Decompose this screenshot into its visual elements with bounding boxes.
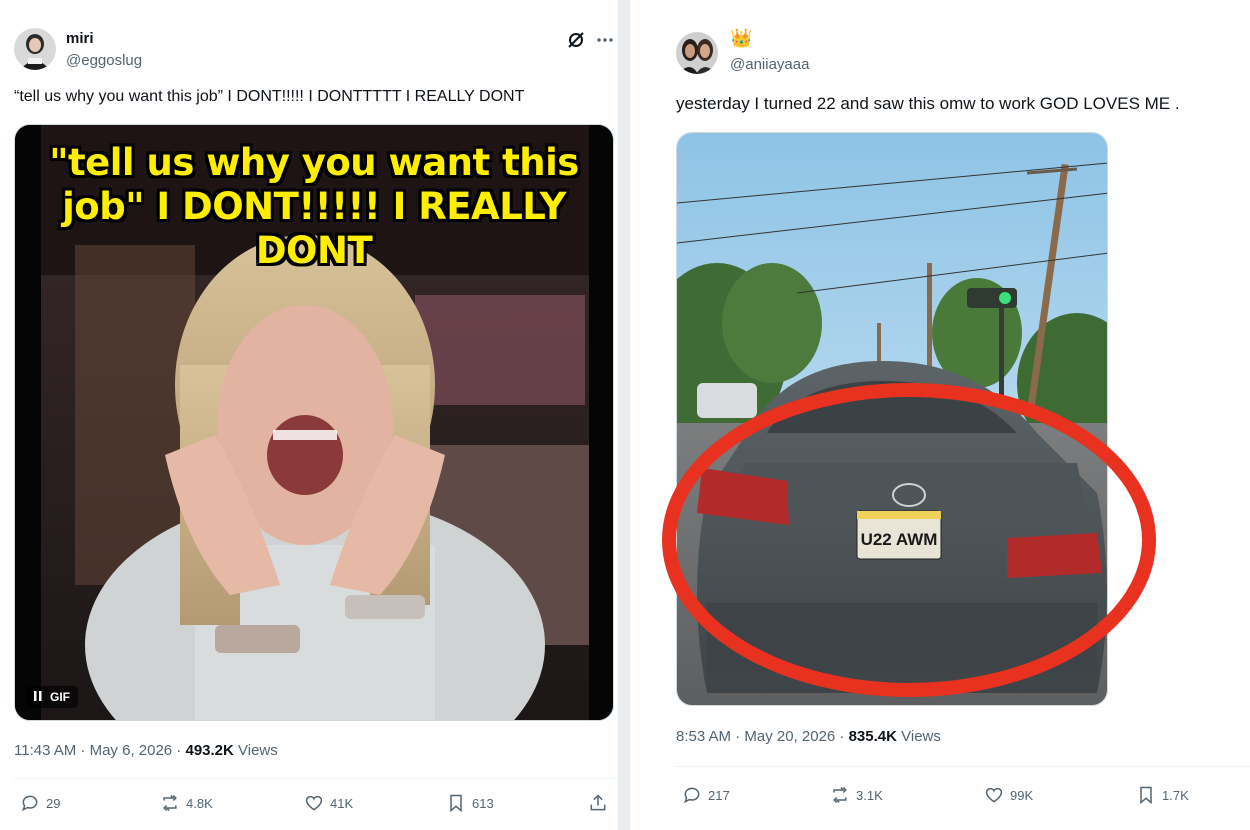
share-icon — [590, 794, 606, 811]
reply-icon — [22, 795, 38, 812]
grok-icon[interactable] — [566, 30, 586, 55]
like-count: 41K — [330, 795, 354, 811]
gif-caption-line-2: job" I DONT!!!!! I REALLY — [62, 185, 566, 228]
gif-label: GIF — [50, 690, 70, 704]
repost-button[interactable]: 4.8K — [160, 793, 213, 813]
more-icon[interactable] — [595, 30, 615, 55]
reply-button[interactable]: 217 — [682, 785, 730, 805]
gif-badge[interactable]: GIF — [26, 686, 78, 708]
bookmark-icon — [450, 794, 462, 813]
reply-icon — [684, 787, 700, 804]
gif-caption-line-1: "tell us why you want this — [49, 141, 579, 184]
like-icon — [985, 787, 1003, 803]
avatar[interactable] — [676, 32, 718, 74]
views-count: 493.2K — [185, 742, 234, 759]
views-label: Views — [896, 728, 941, 745]
repost-icon — [833, 786, 847, 804]
bookmark-icon — [1140, 786, 1152, 805]
repost-button[interactable]: 3.1K — [830, 785, 883, 805]
like-count: 99K — [1010, 787, 1034, 803]
repost-count: 4.8K — [186, 795, 213, 811]
pause-icon[interactable] — [34, 690, 42, 704]
repost-count: 3.1K — [856, 787, 883, 803]
tweet-text: yesterday I turned 22 and saw this omw t… — [676, 94, 1180, 113]
share-button[interactable] — [588, 793, 608, 813]
highlight-circle — [662, 383, 1156, 697]
repost-icon — [163, 794, 177, 812]
left-tweet: miri @eggoslug “tell us why you want thi… — [0, 0, 618, 830]
crown-emoji: 👑 — [730, 28, 753, 48]
bookmark-button[interactable]: 1.7K — [1136, 785, 1189, 805]
tweet-timestamp[interactable]: 8:53 AM · May 20, 2026 · 835.4K Views — [676, 728, 941, 745]
like-icon — [305, 795, 323, 811]
user-handle[interactable]: @eggoslug — [66, 52, 142, 69]
views-label: Views — [233, 742, 278, 759]
right-tweet: 👑 @aniiayaaa yesterday I turned 22 and s… — [630, 0, 1250, 830]
reply-count: 29 — [46, 795, 61, 811]
timestamp-text: 8:53 AM · May 20, 2026 · — [676, 728, 849, 745]
gif-caption-line-3: DONT — [255, 229, 373, 272]
bookmark-count: 613 — [472, 795, 494, 811]
like-button[interactable]: 41K — [304, 793, 353, 813]
views-count: 835.4K — [848, 728, 897, 745]
reply-button[interactable]: 29 — [20, 793, 60, 813]
gif-media[interactable]: "tell us why you want this job" I DONT!!… — [14, 124, 614, 721]
user-handle[interactable]: @aniiayaaa — [730, 56, 809, 73]
timestamp-text: 11:43 AM · May 6, 2026 · — [14, 742, 186, 759]
bookmark-count: 1.7K — [1162, 787, 1189, 803]
tweet-text: “tell us why you want this job” I DONT!!… — [14, 88, 525, 105]
bookmark-button[interactable]: 613 — [446, 793, 494, 813]
avatar[interactable] — [14, 28, 56, 70]
panel-gutter — [618, 0, 630, 830]
tweet-timestamp[interactable]: 11:43 AM · May 6, 2026 · 493.2K Views — [14, 742, 278, 759]
reply-count: 217 — [708, 787, 730, 803]
divider — [676, 766, 1250, 767]
display-name[interactable]: miri — [66, 30, 94, 47]
like-button[interactable]: 99K — [984, 785, 1033, 805]
divider — [14, 778, 614, 779]
